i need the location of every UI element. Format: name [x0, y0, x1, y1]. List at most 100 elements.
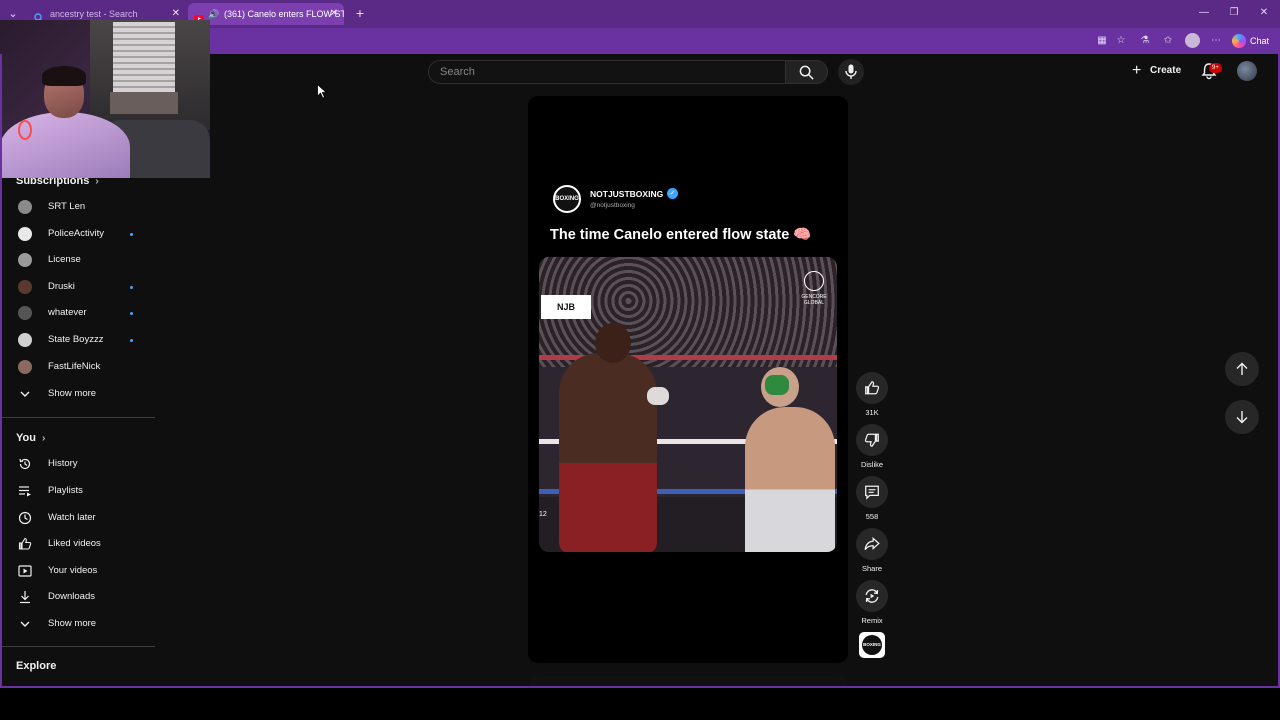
sidebar-item-subscription[interactable]: SRT Len — [0, 195, 154, 221]
app-available-icon[interactable]: ▦ — [1094, 33, 1110, 49]
verified-badge-icon: ✓ — [667, 188, 678, 199]
webcam-furniture — [110, 92, 178, 114]
watch-later-icon — [18, 511, 32, 525]
webcam-window-blind — [113, 22, 175, 94]
tab-title: (361) Canelo enters FLOW STA — [224, 9, 344, 19]
more-options-icon[interactable]: ⋯ — [1208, 33, 1224, 49]
remix-button[interactable] — [856, 580, 888, 612]
new-content-dot — [130, 285, 133, 289]
restore-icon[interactable]: ❐ — [1226, 5, 1242, 21]
search-placeholder: Search — [440, 66, 475, 78]
minimize-icon[interactable]: — — [1196, 5, 1212, 21]
video-caption-title: The time Canelo entered flow state 🧠 — [550, 227, 812, 243]
sidebar-item-subscription[interactable]: License — [0, 248, 154, 274]
search-input[interactable]: Search — [428, 60, 786, 84]
channel-avatar — [18, 279, 32, 294]
tab-close-icon[interactable]: ✕ — [330, 3, 338, 25]
webcam-person-hair — [42, 66, 86, 86]
explore-heading: Explore — [16, 660, 57, 672]
thumbs-up-icon — [865, 381, 880, 395]
history-icon — [19, 458, 31, 470]
comments-count: 558 — [865, 512, 879, 521]
clip-corner-text: 12 — [539, 511, 547, 518]
like-button[interactable] — [856, 372, 888, 404]
sidebar-item-label: FastLifeNick — [48, 360, 101, 372]
share-action[interactable]: Share — [856, 528, 888, 573]
video-channel-handle: @notjustboxing — [590, 202, 635, 209]
channel-avatar — [18, 359, 32, 374]
sidebar-item-subscription[interactable]: PoliceActivity — [0, 222, 154, 248]
channel-avatar — [18, 306, 32, 321]
dislike-label: Dislike — [860, 460, 884, 469]
comments-button[interactable] — [856, 476, 888, 508]
you-title: You — [16, 432, 36, 444]
clip-brand-text: GENCORE GLOBAL — [801, 294, 827, 306]
search-button[interactable] — [786, 60, 828, 84]
new-content-dot — [130, 339, 133, 342]
subscriptions-show-more[interactable]: Show more — [0, 382, 154, 408]
next-short-button[interactable] — [1225, 400, 1259, 434]
gencore-logo-icon — [804, 271, 824, 291]
sidebar-item-your-videos[interactable]: Your videos — [0, 559, 154, 585]
channel-logo-text: BOXING — [555, 187, 579, 211]
sidebar-item-history[interactable]: History — [0, 452, 154, 478]
mouse-cursor-icon — [317, 84, 327, 99]
sidebar-item-label: History — [48, 458, 78, 469]
chat-label: Chat — [1250, 36, 1270, 46]
chevron-right-icon: › — [41, 433, 46, 444]
dislike-action[interactable]: Dislike — [856, 424, 888, 469]
webcam-overlay — [0, 20, 210, 178]
sidebar-item-playlists[interactable]: Playlists — [0, 479, 154, 505]
channel-avatar — [18, 253, 32, 268]
sidebar-item-label: whatever — [48, 307, 87, 319]
new-tab-button[interactable]: + — [352, 4, 368, 22]
sidebar-item-subscription[interactable]: FastLifeNick — [0, 355, 154, 381]
sidebar-item-subscription[interactable]: Druski — [0, 275, 154, 301]
sidebar-item-downloads[interactable]: Downloads — [0, 585, 154, 611]
previous-short-button[interactable] — [1225, 352, 1259, 386]
comments-action[interactable]: 558 — [856, 476, 888, 521]
browser-profile-avatar[interactable] — [1185, 33, 1200, 48]
show-more-label: Show more — [48, 618, 97, 629]
new-content-dot — [130, 312, 133, 316]
sidebar-item-label: SRT Len — [48, 201, 86, 212]
sidebar-item-subscription[interactable]: whatever — [0, 301, 154, 327]
arrow-down-icon — [1236, 411, 1248, 424]
arrow-up-icon — [1236, 362, 1248, 375]
youtube-favicon-icon — [194, 9, 204, 22]
account-avatar[interactable] — [1237, 61, 1257, 81]
sidebar-item-liked-videos[interactable]: Liked videos — [0, 532, 154, 558]
voice-search-button[interactable] — [838, 59, 864, 85]
tab-title: ancestry test - Search — [50, 9, 138, 19]
remix-label: Remix — [861, 616, 883, 625]
webcam-light — [18, 120, 32, 140]
clip-white-glove — [647, 387, 669, 405]
sidebar-item-subscription[interactable]: State Boyzzz — [0, 328, 154, 354]
shorts-video-player[interactable]: BOXING NOTJUSTBOXING ✓ @notjustboxing Th… — [528, 96, 848, 663]
create-button[interactable]: + Create — [1128, 60, 1184, 82]
like-action[interactable]: 31K — [856, 372, 888, 417]
dislike-button[interactable] — [856, 424, 888, 456]
like-count: 31K — [865, 408, 879, 417]
chevron-down-icon — [20, 621, 30, 627]
favorite-star-icon[interactable]: ☆ — [1113, 33, 1129, 49]
tab-youtube-short[interactable]: 🔊 (361) Canelo enters FLOW STA ✕ — [188, 3, 344, 25]
copilot-chat-button[interactable]: Chat — [1232, 32, 1269, 50]
remix-action[interactable]: Remix — [856, 580, 888, 625]
share-button[interactable] — [856, 528, 888, 560]
you-heading[interactable]: You › — [16, 432, 45, 444]
sound-channel-thumbnail[interactable]: BOXING — [859, 632, 885, 658]
favorites-icon[interactable]: ✩ — [1160, 33, 1176, 49]
create-label: Create — [1150, 65, 1182, 76]
extensions-icon[interactable]: ⚗ — [1137, 33, 1153, 49]
boxing-clip: NJB GENCORE GLOBAL 12 — [539, 257, 837, 552]
comment-icon — [865, 485, 879, 500]
new-content-dot — [130, 232, 133, 236]
sidebar-item-watch-later[interactable]: Watch later — [0, 506, 154, 532]
remix-icon — [865, 589, 879, 603]
share-label: Share — [861, 564, 882, 573]
channel-avatar — [18, 226, 32, 241]
you-show-more[interactable]: Show more — [0, 612, 154, 638]
sidebar-divider — [2, 646, 155, 647]
close-window-icon[interactable]: ✕ — [1256, 5, 1272, 21]
